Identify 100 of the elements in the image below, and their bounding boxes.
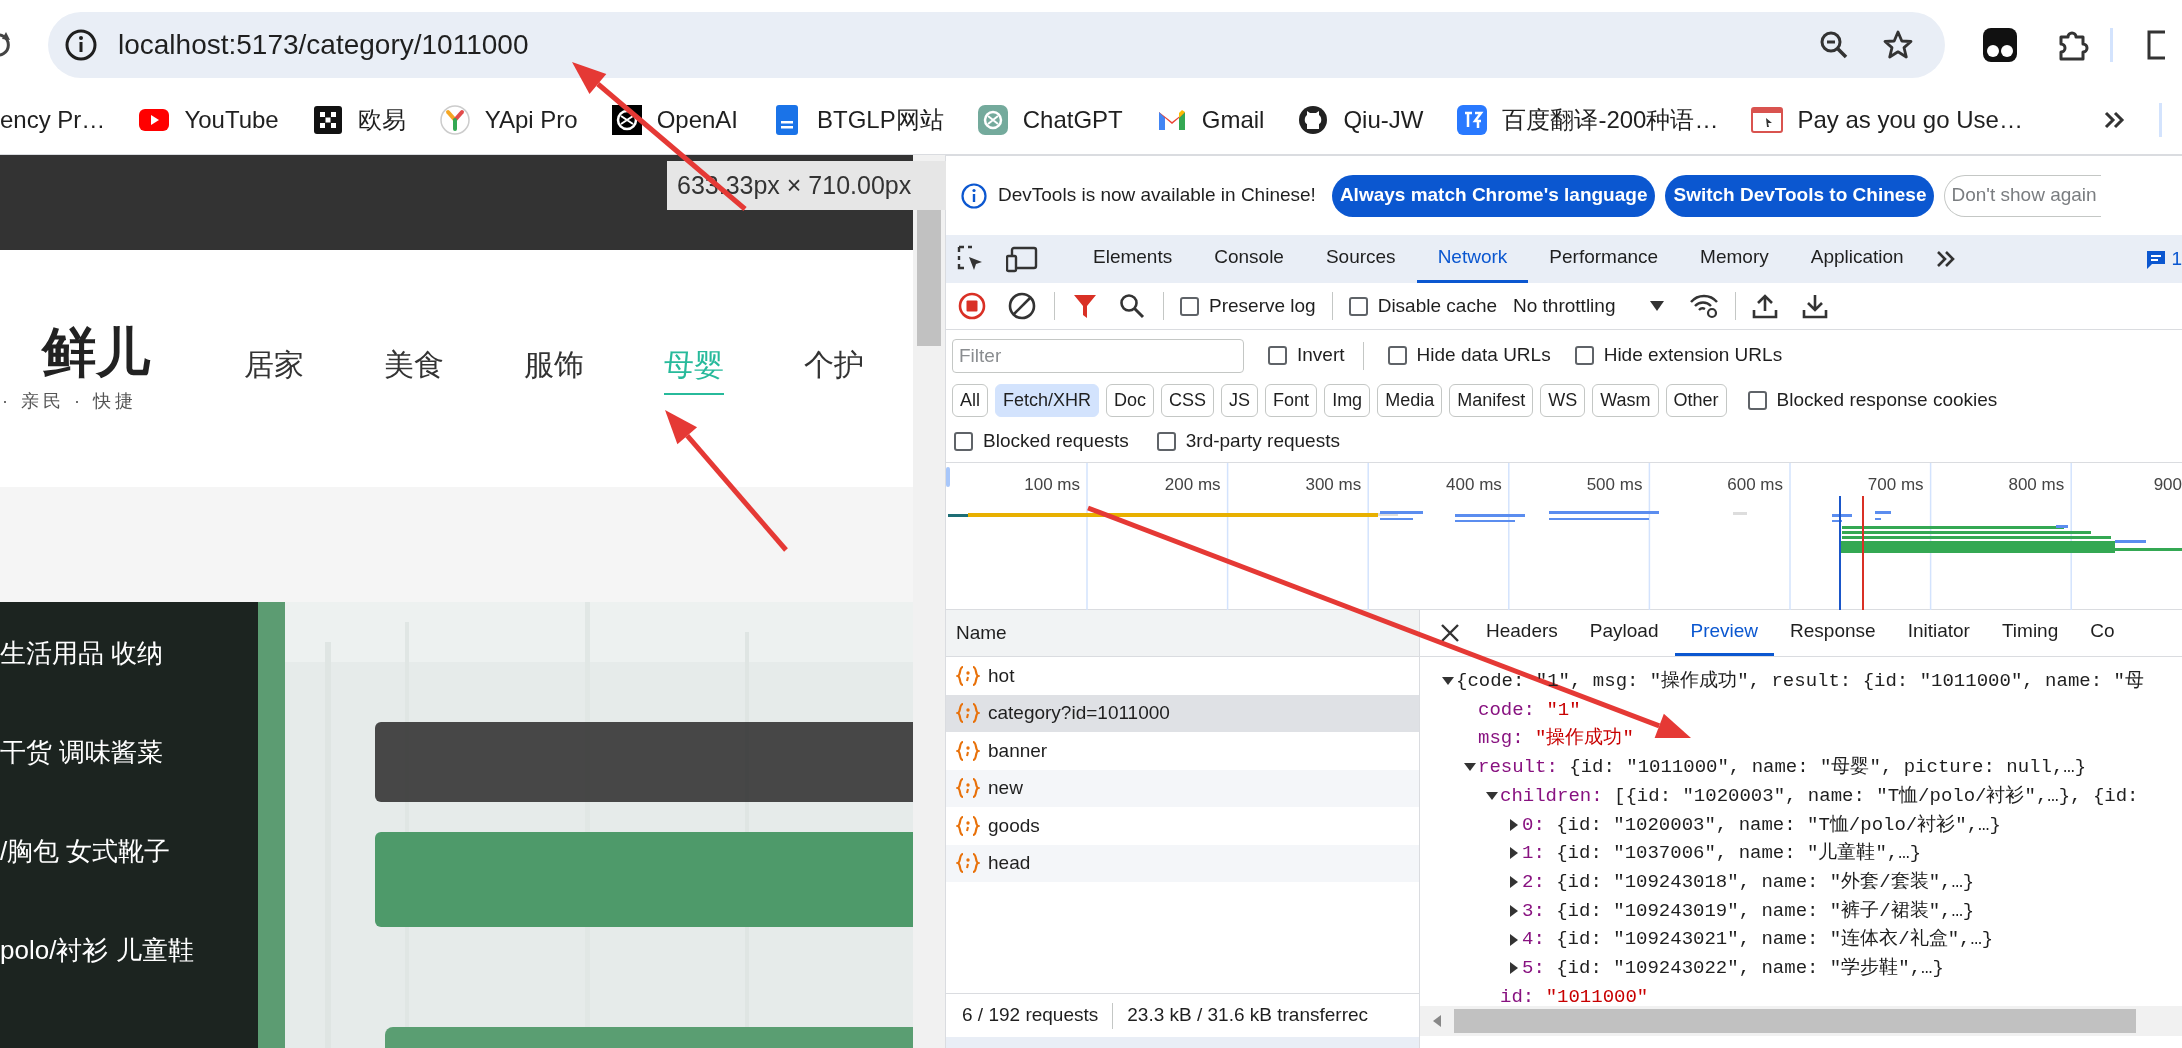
type-filter-chip[interactable]: JS [1221,384,1259,417]
filter-icon[interactable] [1073,293,1097,319]
device-icon[interactable] [1006,244,1038,274]
detail-tab[interactable]: Timing [1985,610,2075,656]
bookmark-link[interactable]: ency Pr… [0,102,106,138]
preview-line: 3: {id: "109243019", name: "裤子/裙装",…} [1522,898,1975,924]
caret-icon [1649,300,1666,312]
checkbox[interactable]: Disable cache [1348,291,1497,321]
checkbox[interactable]: Invert [1268,341,1345,370]
nav-link[interactable]: 个护 [804,342,864,395]
nav-link[interactable]: 服饰 [524,342,584,395]
category-item[interactable]: /胸包 女式靴子 [0,832,171,871]
cat-icon[interactable] [1297,104,1330,136]
detail-tab[interactable]: Preview [1674,610,1775,656]
record-stop-icon[interactable] [958,292,986,320]
type-filter-chip[interactable]: WS [1540,384,1586,417]
checkbox[interactable]: Preserve log [1180,291,1316,321]
info-icon[interactable] [64,28,98,62]
request-row[interactable]: head [946,844,1419,882]
braces-icon [956,814,980,837]
category-item[interactable]: 生活用品 收纳 [0,634,164,673]
request-name: banner [988,738,1048,763]
window-icon[interactable] [1751,104,1784,136]
type-filter-chip[interactable]: CSS [1161,384,1215,417]
detail-tab[interactable]: Co [2074,610,2131,656]
category-item[interactable]: polo/衬衫 儿童鞋 [0,931,194,970]
request-name: goods [988,813,1040,838]
type-filter-chip[interactable]: Font [1265,384,1318,417]
checker-icon[interactable] [311,104,344,136]
side-panel-icon[interactable] [2145,28,2166,62]
bookmark-link[interactable]: Qiu-JW [1343,102,1424,138]
panel-tab[interactable]: Sources [1304,235,1417,283]
panel-tab[interactable]: Performance [1528,235,1680,283]
bookmark-link[interactable]: 欧易 [357,102,406,138]
search-icon[interactable] [1119,293,1145,319]
logo-text: 鲜儿 [40,322,152,382]
detail-tab[interactable]: Initiator [1891,610,1986,656]
nav-link[interactable]: 美食 [384,342,444,395]
horizontal-scrollbar[interactable] [1420,1006,2182,1036]
issues-count[interactable]: 1 [2171,244,2182,274]
network-conditions-icon[interactable] [1689,293,1720,319]
type-filter-chip[interactable]: Img [1324,384,1371,417]
chat-icon[interactable] [2145,248,2168,270]
close-icon[interactable] [1440,623,1460,643]
bookmark-link[interactable]: OpenAI [656,102,738,138]
type-filter-chip[interactable]: Manifest [1449,384,1534,417]
scroll-left-icon[interactable] [1432,1014,1442,1028]
bookmark-link[interactable]: Pay as you go Use… [1797,102,2023,138]
fork-logo-icon[interactable] [438,104,471,136]
checkbox[interactable]: Blocked response cookies [1747,386,1998,415]
panel-tab[interactable]: Elements [1072,235,1194,283]
checkbox[interactable]: Hide extension URLs [1574,341,1783,370]
panel-tab[interactable]: Network [1416,235,1529,283]
time-tick-label: 800 ms [2008,474,2065,496]
panel-tab[interactable]: Memory [1679,235,1790,283]
time-tick-label: 100 ms [1024,474,1080,496]
upload-icon[interactable] [1752,293,1779,319]
star-icon[interactable] [1883,30,1913,60]
type-filter-chip[interactable]: Doc [1106,384,1155,417]
type-filter-chip[interactable]: Fetch/XHR [995,384,1100,417]
category-item[interactable]: 干货 调味酱菜 [0,733,164,772]
bookmark-link[interactable]: YouTube [184,102,279,138]
page-scrollbar[interactable] [913,155,946,1048]
type-filter-chip[interactable]: Media [1377,384,1443,417]
preview-line: code: "1" [1478,697,1581,723]
type-filter-chip[interactable]: All [952,384,988,417]
panel-tab[interactable]: Console [1193,235,1305,283]
request-row[interactable]: new [946,769,1419,807]
zoom-out-icon[interactable] [1819,30,1849,60]
panel-tab[interactable]: Application [1789,235,1925,283]
summary-text: 23.3 kB / 31.6 kB transferrec [1127,1003,1369,1028]
detail-tab[interactable]: Payload [1573,610,1675,656]
translate-icon[interactable] [1456,104,1489,136]
bookmark-link[interactable]: 百度翻译-200种语… [1502,102,1719,138]
bookmark-link[interactable]: YApi Pro [484,102,578,138]
type-filter-chip[interactable]: Other [1665,384,1727,417]
checkbox[interactable]: Hide data URLs [1387,341,1551,370]
bookmark-link[interactable]: ChatGPT [1022,102,1123,138]
checkbox[interactable]: Blocked requests [954,426,1129,456]
filter-field[interactable]: Filter [952,338,1244,373]
throttling-dropdown[interactable]: No throttling [1513,291,1666,321]
request-row[interactable]: category?id=1011000 [946,694,1419,732]
time-tick-label: 200 ms [1164,474,1221,496]
clear-icon[interactable] [1008,292,1036,320]
info-button[interactable]: Always match Chrome's language [1331,174,1656,217]
bookmark-link[interactable]: Gmail [1201,102,1265,138]
column-header[interactable]: Name [956,618,1007,648]
request-name: hot [988,663,1015,688]
address-bar[interactable]: localhost:5173/category/1011000 [48,12,1945,78]
nav-link[interactable]: 居家 [244,342,304,395]
type-filter-chip[interactable]: Wasm [1592,384,1659,417]
detail-tab[interactable]: Response [1774,610,1892,656]
checkbox[interactable]: 3rd-party requests [1156,426,1340,456]
preview-line: 4: {id: "109243021", name: "连体衣/礼盒",…} [1522,927,1994,953]
download-icon[interactable] [1802,293,1829,319]
bookmark-link[interactable]: BTGLP网站 [817,102,944,138]
extension-icon[interactable] [1982,27,2018,63]
detail-tab[interactable]: Headers [1470,610,1574,656]
info-button[interactable]: Switch DevTools to Chinese [1665,174,1935,217]
preview-line: children: [{id: "1020003", name: "T恤/polo/衬衫",…}, {id: [1500,783,2139,809]
